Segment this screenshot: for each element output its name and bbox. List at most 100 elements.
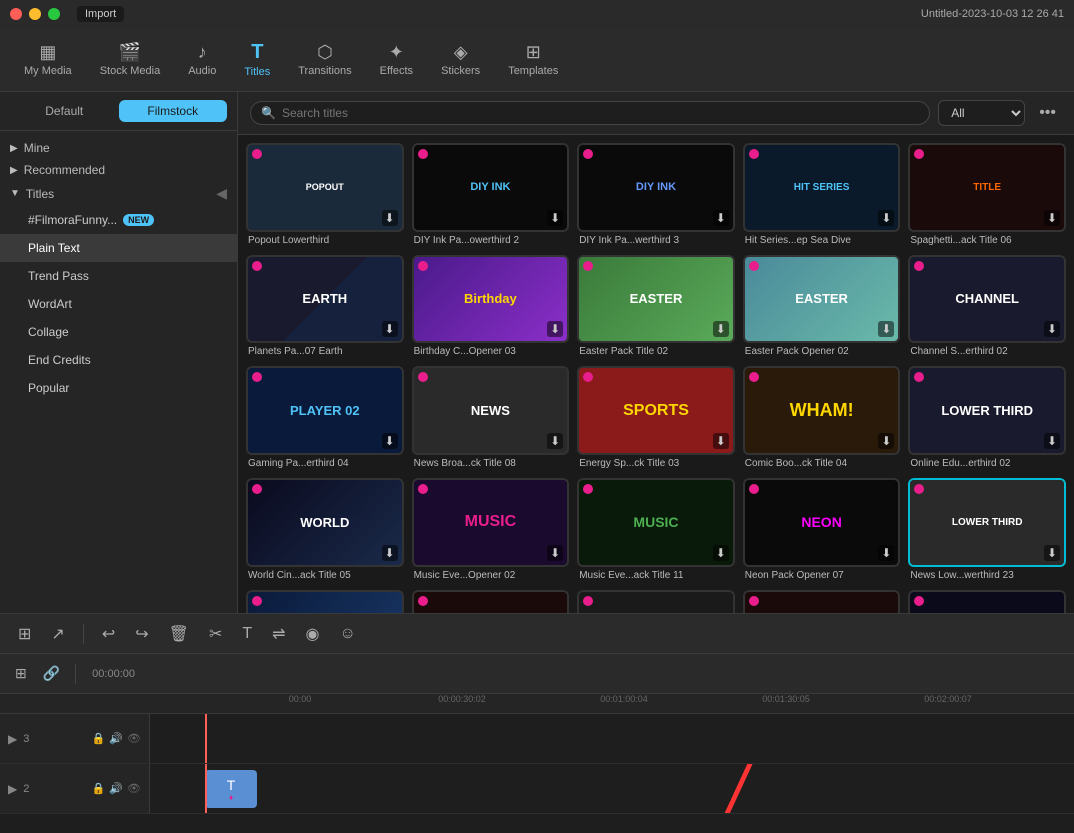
grid-item-2[interactable]: DIY INK ⬇ DIY Ink Pa...owerthird 2 bbox=[412, 143, 570, 247]
grid-item-16[interactable]: WORLD ⬇ World Cin...ack Title 05 bbox=[246, 478, 404, 582]
nav-stock-media[interactable]: 🎬 Stock Media bbox=[86, 37, 175, 83]
maximize-button[interactable] bbox=[48, 8, 60, 20]
thumb-19[interactable]: NEON ⬇ bbox=[743, 478, 901, 567]
redo-btn[interactable]: ↪ bbox=[129, 620, 154, 648]
delete-btn[interactable]: 🗑 bbox=[163, 620, 195, 648]
thumb-download-20[interactable]: ⬇ bbox=[1044, 545, 1060, 561]
thumb-6[interactable]: EARTH ⬇ bbox=[246, 255, 404, 344]
scene-btn[interactable]: ⊞ bbox=[12, 620, 37, 648]
lock-btn-v3[interactable]: 🔒 bbox=[92, 732, 106, 745]
grid-item-14[interactable]: WHAM! ⬇ Comic Boo...ck Title 04 bbox=[743, 366, 901, 470]
more-options-button[interactable]: ••• bbox=[1033, 102, 1062, 124]
grid-item-3[interactable]: DIY INK ⬇ DIY Ink Pa...werthird 3 bbox=[577, 143, 735, 247]
undo-btn[interactable]: ↩ bbox=[96, 620, 121, 648]
thumb-5[interactable]: TITLE ⬇ bbox=[908, 143, 1066, 232]
thumb-9[interactable]: EASTER ⬇ bbox=[743, 255, 901, 344]
thumb-download-6[interactable]: ⬇ bbox=[382, 321, 398, 337]
nav-titles[interactable]: T Titles bbox=[230, 36, 284, 84]
thumb-14[interactable]: WHAM! ⬇ bbox=[743, 366, 901, 455]
thumb-download-18[interactable]: ⬇ bbox=[713, 545, 729, 561]
sidebar-item-end-credits[interactable]: End Credits bbox=[0, 346, 237, 374]
thumb-download-11[interactable]: ⬇ bbox=[382, 433, 398, 449]
thumb-4[interactable]: HIT SERIES ⬇ bbox=[743, 143, 901, 232]
thumb-21[interactable]: TITLE ⬇ bbox=[246, 590, 404, 613]
timeline-snap-btn[interactable]: ⊞ bbox=[10, 662, 32, 685]
thumb-2[interactable]: DIY INK ⬇ bbox=[412, 143, 570, 232]
grid-item-4[interactable]: HIT SERIES ⬇ Hit Series...ep Sea Dive bbox=[743, 143, 901, 247]
text-btn[interactable]: T bbox=[236, 621, 258, 647]
sidebar-group-mine[interactable]: ▶ Mine bbox=[0, 137, 237, 159]
grid-item-9[interactable]: EASTER ⬇ Easter Pack Opener 02 bbox=[743, 255, 901, 359]
minimize-button[interactable] bbox=[29, 8, 41, 20]
thumb-10[interactable]: CHANNEL ⬇ bbox=[908, 255, 1066, 344]
thumb-download-9[interactable]: ⬇ bbox=[878, 321, 894, 337]
grid-item-18[interactable]: MUSIC ⬇ Music Eve...ack Title 11 bbox=[577, 478, 735, 582]
thumb-download-19[interactable]: ⬇ bbox=[878, 545, 894, 561]
grid-item-5[interactable]: TITLE ⬇ Spaghetti...ack Title 06 bbox=[908, 143, 1066, 247]
thumb-download-4[interactable]: ⬇ bbox=[878, 210, 894, 226]
thumb-download-5[interactable]: ⬇ bbox=[1044, 210, 1060, 226]
thumb-12[interactable]: NEWS ⬇ bbox=[412, 366, 570, 455]
import-button[interactable]: Import bbox=[77, 6, 124, 22]
swap-btn[interactable]: ⇌ bbox=[266, 620, 291, 648]
mute-btn-v3[interactable]: 🔊 bbox=[109, 732, 123, 745]
grid-item-23[interactable]: @YT ⬇ YouTube P...werthird 17 bbox=[577, 590, 735, 613]
nav-templates[interactable]: ⊞ Templates bbox=[494, 37, 572, 83]
thumb-download-13[interactable]: ⬇ bbox=[713, 433, 729, 449]
title-block[interactable]: T ♦ bbox=[205, 770, 257, 808]
record-btn[interactable]: ◉ bbox=[300, 620, 326, 648]
cut-btn[interactable]: ✂ bbox=[203, 620, 228, 648]
search-box[interactable]: 🔍 bbox=[250, 101, 930, 125]
sidebar-group-titles[interactable]: ▼ Titles ◀ bbox=[0, 181, 237, 206]
sidebar-item-popular[interactable]: Popular bbox=[0, 374, 237, 402]
thumb-22[interactable]: BRUSHTITLE ⬇ bbox=[412, 590, 570, 613]
thumb-download-7[interactable]: ⬇ bbox=[547, 321, 563, 337]
grid-item-19[interactable]: NEON ⬇ Neon Pack Opener 07 bbox=[743, 478, 901, 582]
grid-item-15[interactable]: LOWER THIRD ⬇ Online Edu...erthird 02 bbox=[908, 366, 1066, 470]
grid-item-8[interactable]: EASTER ⬇ Easter Pack Title 02 bbox=[577, 255, 735, 359]
mute-btn-v2[interactable]: 🔊 bbox=[109, 782, 123, 795]
thumb-download-14[interactable]: ⬇ bbox=[878, 433, 894, 449]
thumb-20[interactable]: LOWER THIRD ⬇ bbox=[908, 478, 1066, 567]
grid-item-21[interactable]: TITLE ⬇ Big Title Pack Title 14 bbox=[246, 590, 404, 613]
grid-item-7[interactable]: Birthday ⬇ Birthday C...Opener 03 bbox=[412, 255, 570, 359]
sidebar-item-plain-text[interactable]: Plain Text bbox=[0, 234, 237, 262]
grid-item-17[interactable]: MUSIC ⬇ Music Eve...Opener 02 bbox=[412, 478, 570, 582]
grid-item-1[interactable]: POPOUT ⬇ Popout Lowerthird bbox=[246, 143, 404, 247]
grid-item-10[interactable]: CHANNEL ⬇ Channel S...erthird 02 bbox=[908, 255, 1066, 359]
thumb-download-12[interactable]: ⬇ bbox=[547, 433, 563, 449]
sidebar-group-recommended[interactable]: ▶ Recommended bbox=[0, 159, 237, 181]
close-button[interactable] bbox=[10, 8, 22, 20]
thumb-download-8[interactable]: ⬇ bbox=[713, 321, 729, 337]
thumb-16[interactable]: WORLD ⬇ bbox=[246, 478, 404, 567]
thumb-download-16[interactable]: ⬇ bbox=[382, 545, 398, 561]
search-input[interactable] bbox=[282, 106, 919, 120]
sidebar-tab-default[interactable]: Default bbox=[10, 100, 119, 122]
thumb-11[interactable]: PLAYER 02 ⬇ bbox=[246, 366, 404, 455]
thumb-8[interactable]: EASTER ⬇ bbox=[577, 255, 735, 344]
thumb-23[interactable]: @YT ⬇ bbox=[577, 590, 735, 613]
visibility-btn-v2[interactable]: 👁 bbox=[127, 782, 141, 795]
sidebar-item-trend-pass[interactable]: Trend Pass bbox=[0, 262, 237, 290]
thumb-25[interactable]: @YourUsername ⬇ bbox=[908, 590, 1066, 613]
sidebar-item-wordart[interactable]: WordArt bbox=[0, 290, 237, 318]
thumb-7[interactable]: Birthday ⬇ bbox=[412, 255, 570, 344]
grid-item-6[interactable]: EARTH ⬇ Planets Pa...07 Earth bbox=[246, 255, 404, 359]
thumb-download-10[interactable]: ⬇ bbox=[1044, 321, 1060, 337]
select-btn[interactable]: ↗ bbox=[45, 620, 70, 648]
thumb-3[interactable]: DIY INK ⬇ bbox=[577, 143, 735, 232]
grid-item-20[interactable]: LOWER THIRD ⬇ News Low...werthird 23 bbox=[908, 478, 1066, 582]
grid-item-22[interactable]: BRUSHTITLE ⬇ Big Title Pack Title 18 bbox=[412, 590, 570, 613]
thumb-15[interactable]: LOWER THIRD ⬇ bbox=[908, 366, 1066, 455]
grid-item-12[interactable]: NEWS ⬇ News Broa...ck Title 08 bbox=[412, 366, 570, 470]
sidebar-item-filmora-funny[interactable]: #FilmoraFunny... NEW bbox=[0, 206, 237, 234]
thumb-18[interactable]: MUSIC ⬇ bbox=[577, 478, 735, 567]
nav-effects[interactable]: ✦ Effects bbox=[366, 37, 427, 83]
thumb-17[interactable]: MUSIC ⬇ bbox=[412, 478, 570, 567]
visibility-btn-v3[interactable]: 👁 bbox=[127, 732, 141, 745]
timeline-link-btn[interactable]: 🔗 bbox=[38, 662, 65, 685]
nav-audio[interactable]: ♪ Audio bbox=[174, 37, 230, 83]
grid-item-25[interactable]: @YourUsername ⬇ Tiktok Stic...ck Title 1… bbox=[908, 590, 1066, 613]
thumb-download-2[interactable]: ⬇ bbox=[547, 210, 563, 226]
thumb-13[interactable]: SPORTS ⬇ bbox=[577, 366, 735, 455]
